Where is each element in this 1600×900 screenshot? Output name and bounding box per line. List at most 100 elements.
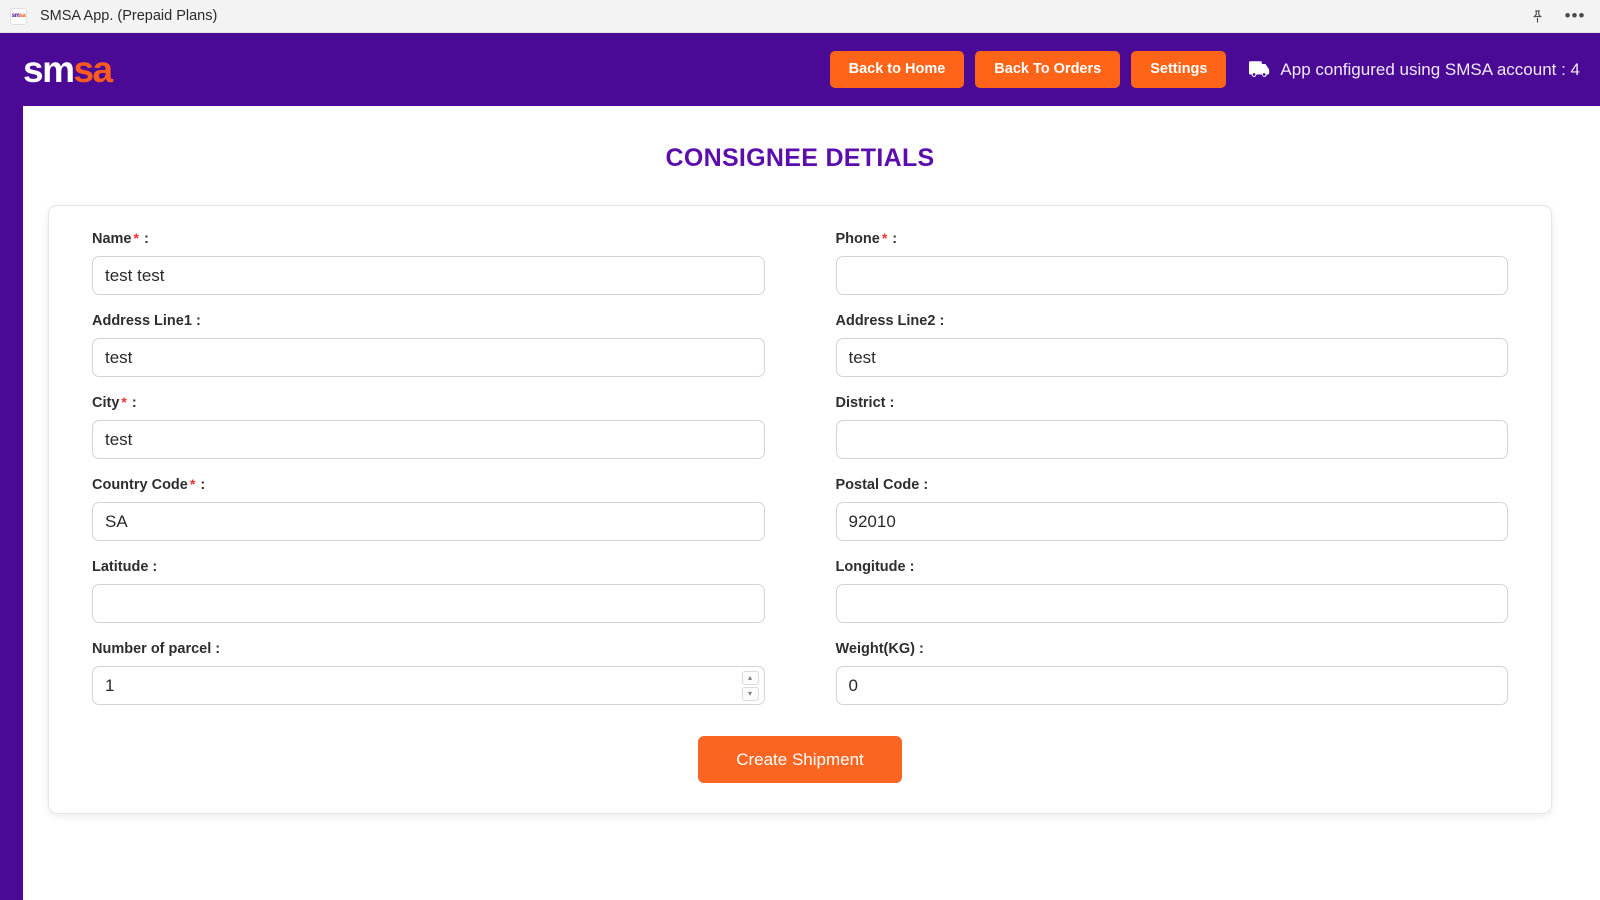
input-phone[interactable]: [836, 256, 1509, 295]
create-shipment-button[interactable]: Create Shipment: [698, 736, 902, 783]
chrome-controls: •••: [1526, 5, 1586, 27]
label-text: District: [836, 395, 886, 411]
label-text: Name: [92, 231, 132, 247]
logo-sa-text: sa: [73, 51, 111, 88]
favicon-sa-text: sa: [20, 13, 26, 19]
field-latitude: Latitude :: [69, 559, 788, 641]
input-address-line1[interactable]: [92, 338, 765, 377]
back-to-orders-button[interactable]: Back To Orders: [975, 51, 1120, 88]
smsa-logo[interactable]: smsa: [23, 51, 112, 88]
input-wrap-district: [836, 420, 1509, 459]
label-number-of-parcel: Number of parcel :: [92, 641, 765, 657]
input-country-code[interactable]: [92, 502, 765, 541]
stepper-down-icon[interactable]: ▾: [742, 687, 759, 701]
field-address-line1: Address Line1 :: [69, 313, 788, 395]
settings-button[interactable]: Settings: [1131, 51, 1226, 88]
label-text: Longitude: [836, 559, 906, 575]
label-colon: :: [923, 477, 928, 493]
input-wrap-phone: [836, 256, 1509, 295]
left-purple-strip: [0, 33, 23, 900]
label-longitude: Longitude :: [836, 559, 1509, 575]
label-colon: :: [144, 231, 149, 247]
input-wrap-postal-code: [836, 502, 1509, 541]
logo-sm-text: sm: [23, 51, 73, 88]
page-title: CONSIGNEE DETIALS: [23, 144, 1577, 173]
field-postal-code: Postal Code :: [813, 477, 1532, 559]
required-marker: *: [882, 230, 887, 246]
label-colon: :: [890, 395, 895, 411]
input-wrap-weight-kg: [836, 666, 1509, 705]
label-colon: :: [196, 313, 201, 329]
input-postal-code[interactable]: [836, 502, 1509, 541]
input-latitude[interactable]: [92, 584, 765, 623]
more-options-glyph: •••: [1565, 12, 1586, 20]
label-city: City* :: [92, 395, 765, 411]
label-address-line1: Address Line1 :: [92, 313, 765, 329]
stepper-up-icon[interactable]: ▴: [742, 671, 759, 685]
input-weight-kg[interactable]: [836, 666, 1509, 705]
account-status: App configured using SMSA account : 4: [1249, 60, 1580, 80]
field-name: Name* :: [69, 231, 788, 313]
label-colon: :: [892, 231, 897, 247]
label-text: Latitude: [92, 559, 148, 575]
browser-chrome-bar: smsa SMSA App. (Prepaid Plans) •••: [0, 0, 1600, 33]
label-text: Address Line2: [836, 313, 936, 329]
label-colon: :: [152, 559, 157, 575]
number-stepper-number-of-parcel: ▴▾: [742, 671, 759, 701]
label-colon: :: [910, 559, 915, 575]
required-marker: *: [134, 230, 139, 246]
input-wrap-longitude: [836, 584, 1509, 623]
label-address-line2: Address Line2 :: [836, 313, 1509, 329]
label-colon: :: [919, 641, 924, 657]
label-district: District :: [836, 395, 1509, 411]
label-text: City: [92, 395, 119, 411]
input-wrap-city: [92, 420, 765, 459]
input-wrap-name: [92, 256, 765, 295]
header-actions: Back to Home Back To Orders Settings App…: [830, 51, 1580, 88]
label-text: Number of parcel: [92, 641, 211, 657]
field-weight-kg: Weight(KG) :: [813, 641, 1532, 723]
app-header: smsa Back to Home Back To Orders Setting…: [0, 33, 1600, 106]
label-colon: :: [939, 313, 944, 329]
field-city: City* :: [69, 395, 788, 477]
input-name[interactable]: [92, 256, 765, 295]
input-wrap-address-line2: [836, 338, 1509, 377]
back-to-home-button[interactable]: Back to Home: [830, 51, 965, 88]
label-text: Postal Code: [836, 477, 920, 493]
input-district[interactable]: [836, 420, 1509, 459]
label-latitude: Latitude :: [92, 559, 765, 575]
input-wrap-latitude: [92, 584, 765, 623]
input-wrap-address-line1: [92, 338, 765, 377]
more-options-icon[interactable]: •••: [1564, 5, 1586, 27]
input-number-of-parcel[interactable]: [92, 666, 765, 705]
favicon-sm-text: sm: [12, 13, 20, 19]
account-note-text: App configured using SMSA account : 4: [1280, 60, 1580, 80]
input-wrap-country-code: [92, 502, 765, 541]
submit-row: Create Shipment: [69, 723, 1531, 783]
field-address-line2: Address Line2 :: [813, 313, 1532, 395]
input-city[interactable]: [92, 420, 765, 459]
label-weight-kg: Weight(KG) :: [836, 641, 1509, 657]
label-colon: :: [132, 395, 137, 411]
required-marker: *: [121, 394, 126, 410]
field-district: District :: [813, 395, 1532, 477]
label-name: Name* :: [92, 231, 765, 247]
label-phone: Phone* :: [836, 231, 1509, 247]
label-colon: :: [200, 477, 205, 493]
input-wrap-number-of-parcel: ▴▾: [92, 666, 765, 705]
label-text: Weight(KG): [836, 641, 915, 657]
input-longitude[interactable]: [836, 584, 1509, 623]
label-text: Phone: [836, 231, 880, 247]
field-country-code: Country Code* :: [69, 477, 788, 559]
label-text: Address Line1: [92, 313, 192, 329]
required-marker: *: [190, 476, 195, 492]
app-favicon: smsa: [10, 8, 27, 25]
field-number-of-parcel: Number of parcel :▴▾: [69, 641, 788, 723]
pin-icon[interactable]: [1526, 5, 1548, 27]
page-body: CONSIGNEE DETIALS Name* :Phone* :Address…: [23, 106, 1577, 814]
field-phone: Phone* :: [813, 231, 1532, 313]
label-postal-code: Postal Code :: [836, 477, 1509, 493]
field-longitude: Longitude :: [813, 559, 1532, 641]
input-address-line2[interactable]: [836, 338, 1509, 377]
truck-icon: [1249, 61, 1271, 78]
